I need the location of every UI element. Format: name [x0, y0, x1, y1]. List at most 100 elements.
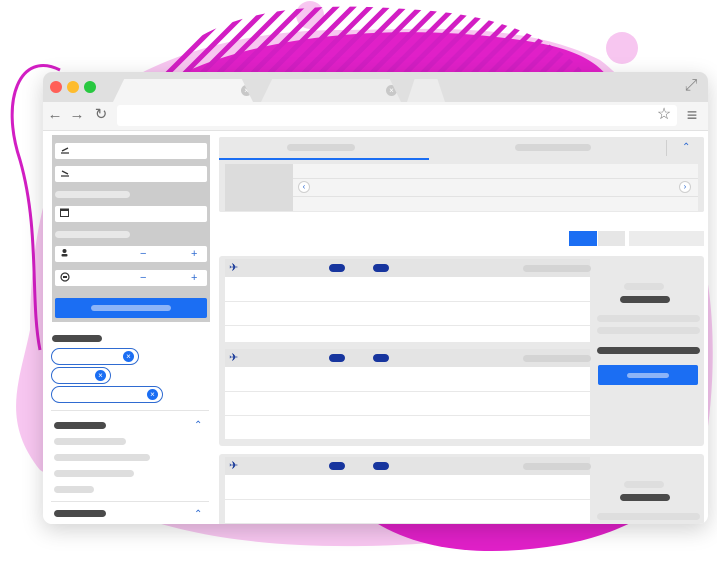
plane-departure-icon: [60, 145, 70, 157]
page-content: − + − + × × × ⌃ ⌃ ⌃ ‹ › ✈ ✈ ✈: [43, 131, 708, 524]
flight-result-card: ✈ ✈: [219, 256, 704, 446]
plane-icon: ✈: [229, 460, 239, 472]
sort-option-active[interactable]: [569, 231, 597, 246]
time-pill: [373, 462, 389, 470]
passengers-minus-button[interactable]: −: [140, 247, 146, 261]
tab-close-icon[interactable]: ×: [241, 85, 252, 96]
leg-header: ✈: [225, 259, 591, 277]
carousel-prev-icon[interactable]: ‹: [298, 181, 310, 193]
button-label-placeholder: [627, 373, 669, 378]
passengers-plus-button[interactable]: +: [191, 247, 197, 261]
filter-chip[interactable]: ×: [51, 367, 111, 384]
person-icon: [60, 248, 70, 260]
price-placeholder: [620, 296, 670, 303]
time-pill: [329, 462, 345, 470]
back-icon[interactable]: ←: [46, 106, 64, 124]
duration-placeholder: [523, 265, 591, 272]
label-placeholder: [55, 231, 130, 238]
passengers-field: − +: [55, 246, 207, 262]
carousel-next-icon[interactable]: ›: [679, 181, 691, 193]
bookmark-star-icon[interactable]: ☆: [655, 106, 673, 124]
filter-option-placeholder[interactable]: [54, 470, 134, 477]
expand-icon[interactable]: ⤢: [681, 76, 701, 96]
address-bar[interactable]: [117, 105, 677, 126]
minimize-window-button[interactable]: [67, 81, 79, 93]
filter-section-heading-placeholder: [54, 510, 106, 517]
sort-option[interactable]: [598, 231, 625, 246]
time-pill: [373, 264, 389, 272]
chevron-up-icon[interactable]: ⌃: [194, 421, 202, 431]
label-placeholder: [55, 191, 130, 198]
filter-chip[interactable]: ×: [51, 386, 163, 403]
date-price-carousel: ⌃ ‹ ›: [219, 137, 704, 212]
chevron-up-icon[interactable]: ⌃: [194, 510, 202, 520]
date-field[interactable]: [55, 206, 207, 222]
filter-option-placeholder[interactable]: [54, 438, 126, 445]
duration-placeholder: [523, 355, 591, 362]
outbound-leg[interactable]: ✈: [225, 259, 591, 342]
chip-close-icon[interactable]: ×: [147, 389, 158, 400]
cabin-minus-button[interactable]: −: [140, 271, 146, 285]
browser-tab[interactable]: ×: [261, 79, 401, 102]
new-tab-button[interactable]: [407, 79, 445, 102]
flight-result-card: ✈: [219, 454, 704, 524]
carousel-row-labels: [225, 164, 293, 211]
leg-header: ✈: [225, 457, 591, 475]
close-window-button[interactable]: [50, 81, 62, 93]
price-label-placeholder: [624, 283, 664, 290]
row-divider: [225, 325, 590, 326]
filter-section-heading-placeholder: [54, 422, 106, 429]
origin-field[interactable]: [55, 143, 207, 159]
row-divider: [225, 301, 590, 302]
fare-info-placeholder: [597, 315, 700, 322]
chip-close-icon[interactable]: ×: [95, 370, 106, 381]
divider: [51, 501, 209, 502]
chip-close-icon[interactable]: ×: [123, 351, 134, 362]
time-pill: [329, 264, 345, 272]
active-tab-indicator: [219, 158, 429, 160]
reload-icon[interactable]: ↻: [92, 106, 110, 124]
row-divider: [225, 499, 590, 500]
flight-search-panel: − + − +: [52, 135, 210, 322]
plane-icon: ✈: [229, 352, 239, 364]
forward-icon[interactable]: →: [68, 106, 86, 124]
row-divider: [225, 523, 590, 524]
plane-icon: ✈: [229, 262, 239, 274]
leg-header: ✈: [225, 349, 591, 367]
grid-line: [293, 178, 698, 179]
browser-menu-icon[interactable]: ≡: [683, 106, 701, 124]
filter-option-placeholder[interactable]: [54, 454, 150, 461]
calendar-icon: [60, 208, 70, 220]
browser-tab-active[interactable]: ×: [113, 79, 253, 102]
filter-option-placeholder[interactable]: [54, 486, 94, 493]
tab-label-placeholder: [287, 144, 355, 151]
tab-label-placeholder: [515, 144, 591, 151]
maximize-window-button[interactable]: [84, 81, 96, 93]
duration-placeholder: [523, 463, 591, 470]
plane-arrival-icon: [60, 168, 70, 180]
select-flight-button[interactable]: [598, 365, 698, 385]
destination-field[interactable]: [55, 166, 207, 182]
fare-detail-placeholder: [597, 347, 700, 354]
chevron-up-icon[interactable]: ⌃: [682, 143, 690, 153]
cabin-plus-button[interactable]: +: [191, 271, 197, 285]
price-label-placeholder: [624, 481, 664, 488]
sort-dropdown[interactable]: [629, 231, 704, 246]
divider: [51, 410, 209, 411]
button-label-placeholder: [91, 305, 171, 311]
cabin-class-icon: [60, 272, 70, 284]
carousel-tab[interactable]: [430, 137, 666, 159]
carousel-grid: ‹ ›: [293, 164, 698, 211]
search-flights-button[interactable]: [55, 298, 207, 318]
tab-close-icon[interactable]: ×: [386, 85, 397, 96]
cabin-class-field: − +: [55, 270, 207, 286]
carousel-tab-active[interactable]: [219, 137, 429, 160]
filter-chip[interactable]: ×: [51, 348, 139, 365]
return-leg[interactable]: ✈: [225, 349, 591, 439]
outbound-leg[interactable]: ✈: [225, 457, 591, 524]
row-divider: [225, 415, 590, 416]
fare-info-placeholder: [597, 327, 700, 334]
time-pill: [329, 354, 345, 362]
grid-line: [293, 196, 698, 197]
divider: [666, 140, 667, 156]
